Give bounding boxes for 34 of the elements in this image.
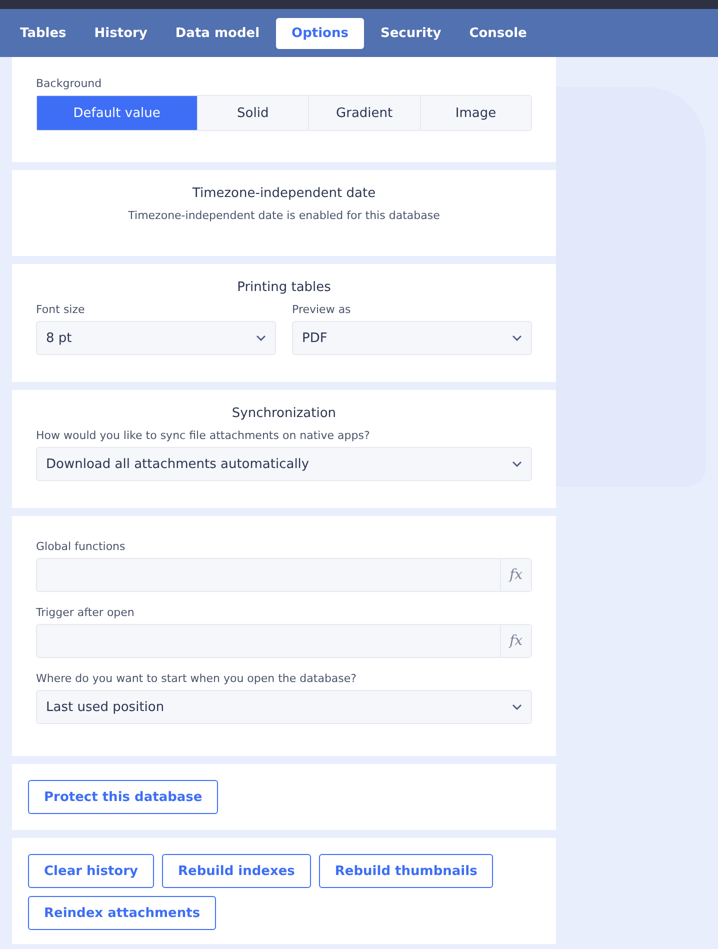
field-label: Trigger after open xyxy=(36,606,136,619)
info-text: Timezone-independent date is enabled for this database xyxy=(127,209,441,222)
action-button[interactable]: Rebuild thumbnails xyxy=(318,854,494,888)
segment-option[interactable]: Solid xyxy=(196,96,308,130)
dropdown[interactable]: PDF xyxy=(292,321,532,355)
dropdown[interactable]: Last used position xyxy=(36,690,532,724)
section-title: Printing tables xyxy=(236,280,332,295)
segment-option[interactable]: Gradient xyxy=(308,96,420,130)
tab[interactable]: Tables xyxy=(8,18,78,48)
dropdown[interactable]: 8 pt xyxy=(36,321,276,355)
field-label: Where do you want to start when you open the database? xyxy=(36,672,358,685)
action-button[interactable]: Reindex attachments xyxy=(28,896,216,930)
segment-option[interactable]: Default value xyxy=(37,96,197,130)
segment-option[interactable]: Image xyxy=(420,96,531,130)
chevron-down-icon xyxy=(512,461,522,467)
dropdown[interactable]: Download all attachments automatically xyxy=(36,447,532,481)
field-label: Background xyxy=(36,77,103,90)
chevron-down-icon xyxy=(256,335,266,341)
tab[interactable]: Data model xyxy=(163,18,272,48)
protect-button[interactable]: Protect this database xyxy=(28,780,218,814)
tab[interactable]: Console xyxy=(457,18,539,48)
tab[interactable]: Options xyxy=(276,18,364,48)
tab[interactable]: Security xyxy=(368,18,454,48)
action-button[interactable]: Clear history xyxy=(28,854,154,888)
field-label: Global functions xyxy=(36,540,126,553)
field-label: Preview as xyxy=(292,303,352,316)
section-title: Synchronization xyxy=(230,406,338,421)
field-label: Font size xyxy=(36,303,86,316)
action-button[interactable]: Rebuild indexes xyxy=(162,854,311,888)
section-title: Timezone-independent date xyxy=(191,186,377,201)
chevron-down-icon xyxy=(512,704,522,710)
chevron-down-icon xyxy=(512,335,522,341)
tab[interactable]: History xyxy=(82,18,160,48)
field-label: How would you like to sync file attachments on native apps? xyxy=(36,429,371,442)
